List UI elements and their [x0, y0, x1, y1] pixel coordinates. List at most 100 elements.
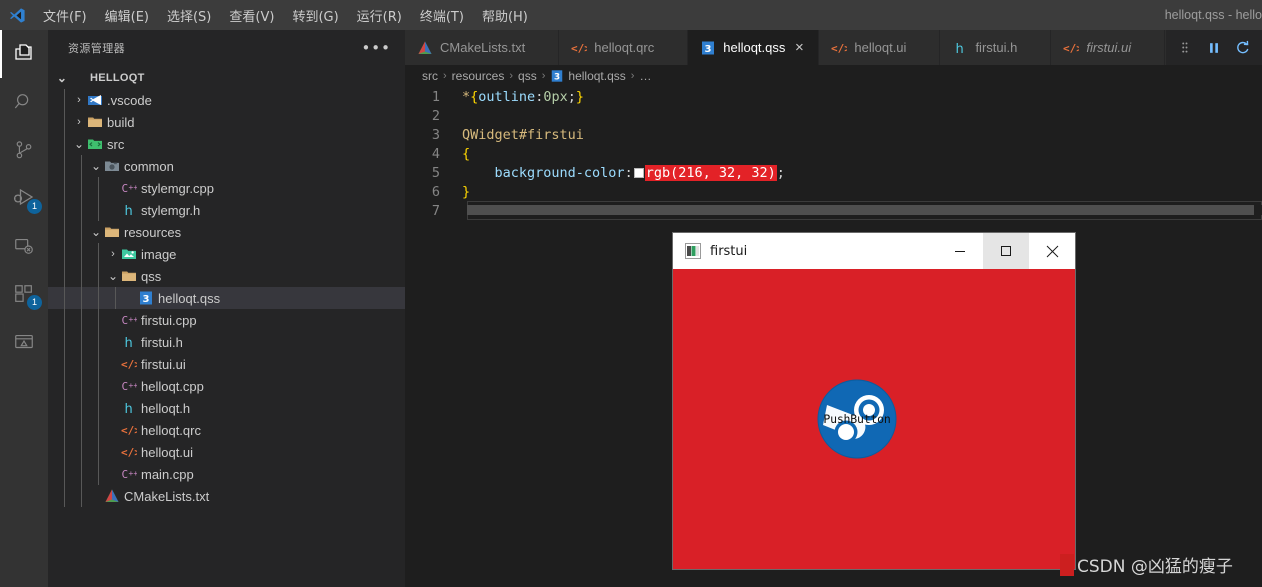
tab-firstui-ui[interactable]: </>firstui.ui×	[1051, 30, 1166, 65]
indent-guide	[64, 353, 65, 375]
svg-text:</>: </>	[831, 42, 847, 55]
qt-minimize-button[interactable]	[937, 233, 983, 269]
tab-firstui-h[interactable]: hfirstui.h×	[940, 30, 1052, 65]
css-file-icon: 3	[140, 291, 152, 305]
tree-item-firstui-cpp[interactable]: C ++ firstui.cpp	[48, 309, 405, 331]
tree-root-helloqt[interactable]: ⌄ HELLOQT	[48, 67, 405, 89]
tree-item-firstui-ui[interactable]: </> firstui.ui	[48, 353, 405, 375]
breadcrumb[interactable]: src › resources › qss › 3 helloqt.qss ›…	[405, 65, 1262, 87]
tab-helloqt-qss[interactable]: 3 helloqt.qss ×	[688, 30, 820, 65]
breadcrumb-item--[interactable]: …	[639, 69, 651, 83]
tree-item-label: stylemgr.cpp	[141, 180, 214, 196]
vscode-folder-icon	[85, 92, 105, 108]
chevron-down-icon[interactable]: ⌄	[90, 226, 102, 238]
menu-file[interactable]: 文件(F)	[34, 2, 96, 29]
chevron-down-icon[interactable]: ⌄	[107, 270, 119, 282]
qt-maximize-button[interactable]	[983, 233, 1029, 269]
tree-item-src[interactable]: ⌄ src	[48, 133, 405, 155]
tree-item--vscode[interactable]: › .vscode	[48, 89, 405, 111]
indent-guide	[81, 463, 82, 485]
tab-helloqt-qrc[interactable]: </>helloqt.qrc×	[559, 30, 689, 65]
chevron-right-icon[interactable]: ›	[107, 248, 119, 260]
cpp-file-icon: C++	[122, 468, 138, 481]
menu-run[interactable]: 运行(R)	[348, 2, 411, 29]
color-swatch[interactable]	[633, 167, 644, 178]
xml-file-icon: </>	[121, 358, 137, 371]
tree-item-build[interactable]: › build	[48, 111, 405, 133]
activity-testing[interactable]	[0, 318, 48, 366]
indent-guide	[81, 331, 82, 353]
close-icon[interactable]: ×	[792, 40, 806, 55]
breadcrumb-separator: ›	[509, 70, 514, 82]
tree-item-helloqt-ui[interactable]: </> helloqt.ui	[48, 441, 405, 463]
menu-selection[interactable]: 选择(S)	[158, 2, 220, 29]
qt-window-body: PushButton	[673, 269, 1075, 569]
indent-guide	[81, 287, 82, 309]
line-content: background-color: rgb(216, 32, 32);	[494, 164, 785, 181]
menu-go[interactable]: 转到(G)	[283, 2, 347, 29]
tree-item-firstui-h[interactable]: h firstui.h	[48, 331, 405, 353]
chevron-down-icon[interactable]: ⌄	[90, 160, 102, 172]
restart-icon[interactable]	[1229, 35, 1255, 61]
activity-extensions[interactable]: 1	[0, 270, 48, 318]
breadcrumb-item-src[interactable]: src	[422, 69, 438, 83]
svg-text:h: h	[125, 336, 133, 350]
activity-remote-explorer[interactable]	[0, 222, 48, 270]
tree-item-image[interactable]: › image	[48, 243, 405, 265]
folder-icon	[88, 117, 102, 127]
activity-source-control[interactable]	[0, 126, 48, 174]
tree-item-label: common	[124, 158, 174, 174]
svg-text:C: C	[122, 380, 129, 393]
css-file-icon: 3	[136, 290, 156, 306]
scrollbar-thumb[interactable]	[467, 205, 1255, 215]
menu-view[interactable]: 查看(V)	[220, 2, 283, 29]
watermark-text: CSDN @凶猛的瘦子	[1077, 557, 1233, 577]
tree-item-common[interactable]: ⌄ common	[48, 155, 405, 177]
menu-terminal[interactable]: 终端(T)	[411, 2, 473, 29]
tree-item-label: build	[107, 114, 135, 130]
tree-item-main-cpp[interactable]: C ++ main.cpp	[48, 463, 405, 485]
breadcrumb-item-qss[interactable]: qss	[518, 69, 537, 83]
chevron-right-icon[interactable]: ›	[73, 94, 85, 106]
tree-item-stylemgr-h[interactable]: h stylemgr.h	[48, 199, 405, 221]
tree-item-qss[interactable]: ⌄ qss	[48, 265, 405, 287]
tab-helloqt-ui[interactable]: </>helloqt.ui×	[819, 30, 941, 65]
tree-item-helloqt-qrc[interactable]: </> helloqt.qrc	[48, 419, 405, 441]
chevron-right-icon[interactable]: ›	[73, 116, 85, 128]
push-button[interactable]: PushButton	[817, 379, 897, 459]
chevron-down-icon[interactable]: ⌄	[73, 138, 85, 150]
menu-bar: 文件(F) 编辑(E) 选择(S) 查看(V) 转到(G) 运行(R) 终端(T…	[34, 2, 537, 29]
indent-guide	[98, 397, 99, 419]
tree-item-helloqt-qss[interactable]: 3 helloqt.qss	[48, 287, 405, 309]
menu-help[interactable]: 帮助(H)	[473, 2, 537, 29]
indent-guide	[98, 287, 99, 309]
tree-item-cmakelists-txt[interactable]: CMakeLists.txt	[48, 485, 405, 507]
activity-run-debug[interactable]: 1	[0, 174, 48, 222]
activity-explorer[interactable]	[0, 30, 48, 78]
menu-edit[interactable]: 编辑(E)	[96, 2, 158, 29]
qt-title-bar[interactable]: firstui	[673, 233, 1075, 269]
svg-text:h: h	[125, 204, 133, 218]
indent-guide	[98, 309, 99, 331]
code-line: 5 background-color: rgb(216, 32, 32);	[405, 163, 1262, 182]
pause-icon[interactable]	[1201, 35, 1227, 61]
more-actions-icon[interactable]: •••	[361, 40, 391, 55]
breadcrumb-item-resources[interactable]: resources	[452, 69, 505, 83]
qt-close-button[interactable]	[1029, 233, 1075, 269]
breadcrumb-item-helloqt-qss[interactable]: 3 helloqt.qss	[550, 69, 626, 83]
tree-item-resources[interactable]: ⌄ resources	[48, 221, 405, 243]
file-tree[interactable]: ⌄ HELLOQT › .vscode › build ⌄ src ⌄ common C ++ styl…	[48, 65, 405, 587]
tree-item-helloqt-cpp[interactable]: C ++ helloqt.cpp	[48, 375, 405, 397]
tab-cmakelists-txt[interactable]: CMakeLists.txt×	[405, 30, 560, 65]
breadcrumb-separator: ›	[541, 70, 546, 82]
svg-text:++: ++	[129, 469, 138, 478]
tree-item-label: helloqt.qss	[158, 290, 221, 306]
chevron-down-icon[interactable]: ⌄	[56, 72, 68, 84]
line-content: QWidget#firstui	[462, 126, 584, 143]
activity-search[interactable]	[0, 78, 48, 126]
editor-horizontal-scrollbar[interactable]	[467, 205, 1262, 215]
tree-item-stylemgr-cpp[interactable]: C ++ stylemgr.cpp	[48, 177, 405, 199]
tree-item-helloqt-h[interactable]: h helloqt.h	[48, 397, 405, 419]
split-grid-icon[interactable]	[1173, 35, 1199, 61]
qt-application-window[interactable]: firstui PushButton	[673, 233, 1075, 569]
